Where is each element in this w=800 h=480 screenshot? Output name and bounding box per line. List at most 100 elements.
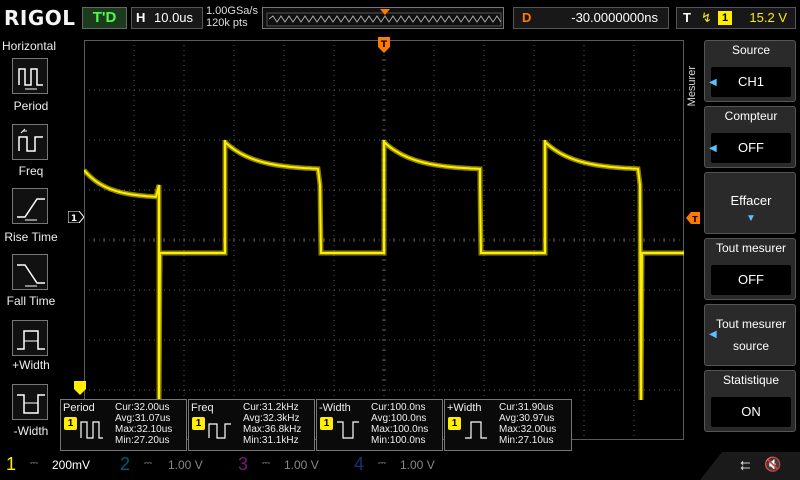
- channel-scale: 200mV: [52, 458, 91, 472]
- measure-menu-left: Horizontal Period Freq Rise Time Fall Ti…: [0, 36, 60, 448]
- tout-mesurer-value: OFF: [711, 265, 791, 295]
- usb-icon: ⮄: [740, 458, 751, 473]
- trigger-source-badge: 1: [718, 11, 732, 25]
- memory-depth: 120k pts: [206, 17, 248, 29]
- channel-number: 4: [354, 454, 365, 474]
- measurement-values: Cur:32.00us Avg:31.07us Max:32.10us Min:27…: [115, 402, 173, 446]
- trigger-position-icon: T: [378, 37, 390, 53]
- sample-rate: 1.00GSa/s: [206, 5, 258, 17]
- dc-coupling-icon: ⎓: [262, 458, 270, 469]
- select-arrow-icon: ◀: [709, 143, 717, 154]
- measurement-minus-width[interactable]: -Width 1 Cur:100.0ns Avg:100.0ns Max:100.…: [316, 399, 443, 451]
- dc-coupling-icon: ⎓: [378, 458, 386, 469]
- statistique-caption: Statistique: [722, 373, 780, 387]
- statistique-button[interactable]: Statistique ON: [704, 370, 796, 432]
- fall-time-button[interactable]: [12, 254, 48, 290]
- channel-number: 1: [6, 454, 17, 474]
- minus-width-label: -Width: [13, 424, 49, 438]
- compteur-value: OFF: [711, 133, 791, 163]
- ch1-ground-marker-icon[interactable]: 1: [68, 211, 84, 223]
- brand-logo: RIGOL: [4, 6, 76, 30]
- trigger-key: T: [683, 10, 691, 25]
- horizontal-title: Horizontal: [2, 39, 57, 53]
- period-icon: [80, 421, 103, 439]
- plus-width-button[interactable]: [12, 320, 48, 356]
- trigger-level: 15.2 V: [749, 10, 787, 25]
- freq-button[interactable]: [12, 124, 48, 160]
- dc-coupling-icon: ⎓: [144, 458, 152, 469]
- measurement-values: Cur:31.90us Avg:30.97us Max:32.00us Min:27…: [499, 402, 557, 446]
- rise-time-icon: [17, 198, 45, 221]
- rise-time-button[interactable]: [12, 188, 48, 224]
- acquisition-info: 1.00GSa/s 120k pts: [206, 5, 258, 29]
- tout-mesurer-button[interactable]: Tout mesurer OFF: [704, 238, 796, 300]
- channel-number: 3: [238, 454, 249, 474]
- tout-mesurer-source-button[interactable]: Tout mesurer source ◀: [704, 304, 796, 366]
- measurement-period[interactable]: Period 1 Cur:32.00us Avg:31.07us Max:32.1…: [60, 399, 187, 451]
- minus-width-button[interactable]: [12, 384, 48, 420]
- memory-waveform-preview: [266, 9, 502, 27]
- waveform-display[interactable]: [84, 40, 684, 440]
- tout-mesurer-caption: Tout mesurer: [715, 241, 787, 255]
- svg-text:T: T: [381, 40, 388, 50]
- effacer-button[interactable]: Effacer ▼: [704, 172, 796, 234]
- delay-value: -30.0000000ns: [571, 10, 658, 25]
- channel-scale: 1.00 V: [168, 458, 203, 472]
- channel-number: 2: [120, 454, 131, 474]
- tout-mesurer-source-caption: Tout mesurer: [715, 317, 787, 331]
- speaker-muted-icon: 🔇: [764, 456, 782, 472]
- timebase-value: 10.0us: [154, 10, 194, 25]
- effacer-caption: Effacer: [730, 193, 772, 208]
- measurement-values: Cur:100.0ns Avg:100.0ns Max:100.0ns Min:10…: [371, 402, 429, 446]
- memory-timeline[interactable]: [262, 7, 504, 29]
- trigger-position-marker-icon: [380, 9, 390, 15]
- measurement-freq[interactable]: Freq 1 Cur:31.2kHz Avg:32.3kHz Max:36.8kH…: [188, 399, 315, 451]
- minus-width-icon: [17, 394, 45, 414]
- menu-title: Mesurer: [686, 66, 698, 107]
- horizontal-key: H: [136, 10, 146, 25]
- channel-scale: 1.00 V: [400, 458, 435, 472]
- trigger-status-badge: T'D: [82, 7, 127, 29]
- svg-text:1: 1: [71, 214, 77, 223]
- rising-edge-icon: ↯: [701, 10, 712, 25]
- rise-time-label: Rise Time: [4, 230, 58, 244]
- ch1-trigger-marker-icon: [74, 381, 86, 395]
- period-icon: [18, 68, 43, 90]
- trigger-display[interactable]: T ↯ 1 15.2 V: [676, 7, 796, 29]
- freq-label: Freq: [18, 164, 44, 178]
- channel-scale: 1.00 V: [284, 458, 319, 472]
- source-value: CH1: [711, 67, 791, 97]
- graticule: [84, 40, 684, 440]
- period-button[interactable]: [12, 58, 48, 94]
- measurement-plus-width[interactable]: +Width 1 Cur:31.90us Avg:30.97us Max:32.0…: [444, 399, 572, 451]
- measurement-name: +Width: [447, 402, 482, 414]
- fall-time-icon: [17, 264, 45, 287]
- measurement-name: Freq: [191, 402, 214, 414]
- tout-mesurer-source-sub: source: [732, 339, 770, 353]
- chevron-down-icon: ▼: [746, 213, 756, 224]
- compteur-button[interactable]: Compteur OFF ◀: [704, 106, 796, 168]
- channel-bar: 1 ⎓ 200mV 2 ⎓ 1.00 V 3 ⎓ 1.00 V 4 ⎓ 1.00…: [0, 452, 800, 480]
- measurement-values: Cur:31.2kHz Avg:32.3kHz Max:36.8kHz Min:31…: [243, 402, 302, 446]
- channel-badge: 1: [64, 417, 77, 430]
- delay-key: D: [522, 10, 532, 25]
- timebase-display[interactable]: H 10.0us: [131, 7, 203, 29]
- compteur-caption: Compteur: [724, 109, 778, 123]
- delay-display[interactable]: D -30.0000000ns: [513, 7, 669, 29]
- select-arrow-icon: ◀: [709, 77, 717, 88]
- statistique-value: ON: [711, 397, 791, 427]
- dc-coupling-icon: ⎓: [30, 458, 38, 469]
- period-label: Period: [13, 99, 49, 113]
- top-bar: RIGOL T'D H 10.0us 1.00GSa/s 120k pts D …: [0, 0, 800, 36]
- svg-text:T: T: [692, 215, 698, 224]
- plus-width-icon: [17, 330, 45, 350]
- plus-width-label: +Width: [12, 358, 50, 372]
- measure-menu-right: Mesurer Source CH1 ◀ Compteur OFF ◀ Effa…: [686, 36, 800, 448]
- channel-badge: 1: [192, 417, 205, 430]
- measurement-name: Period: [63, 402, 95, 414]
- freq-icon: [18, 128, 43, 152]
- channel-badge: 1: [448, 417, 461, 430]
- channel-badge: 1: [320, 417, 333, 430]
- trigger-level-marker-icon[interactable]: T: [686, 212, 700, 224]
- source-button[interactable]: Source CH1 ◀: [704, 40, 796, 102]
